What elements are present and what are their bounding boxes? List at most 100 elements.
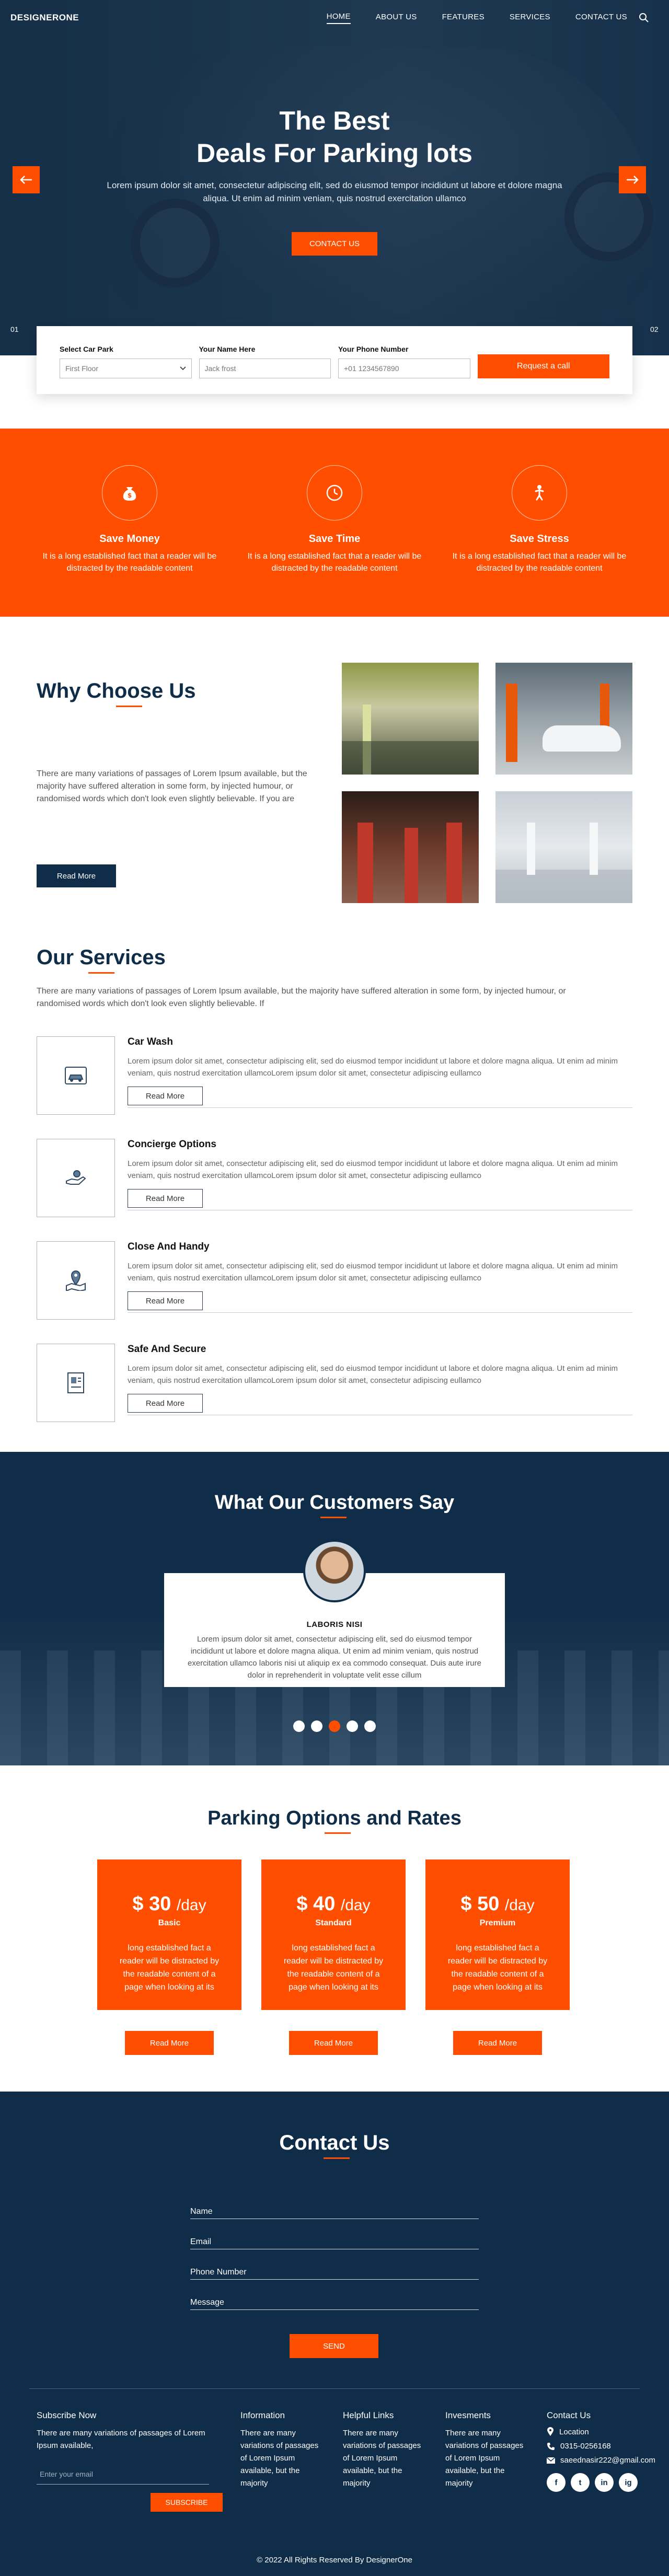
- why-choose-us-section: Why Choose Us There are many variations …: [37, 663, 632, 914]
- footer-information-text: There are many variations of passages of…: [240, 2429, 319, 2488]
- plan-card: $ 50 /day Premium long established fact …: [425, 1859, 570, 2010]
- contact-form: Name Email Phone Number Message: [190, 2189, 479, 2310]
- subscribe-button[interactable]: SUBSCRIBE: [151, 2493, 223, 2512]
- services-section: Our Services There are many variations o…: [37, 946, 632, 1446]
- phone-input[interactable]: +01 1234567890: [338, 359, 470, 378]
- money-bag-icon: $: [123, 487, 136, 501]
- plan-tier: Basic: [158, 1919, 181, 1927]
- carousel-dot-3[interactable]: [329, 1720, 340, 1732]
- service-read-more-button[interactable]: Read More: [128, 1291, 203, 1310]
- carousel-dot-4[interactable]: [347, 1720, 358, 1732]
- footer-location[interactable]: Location: [547, 2427, 668, 2436]
- feature-text: It is a long established fact that a rea…: [452, 552, 627, 573]
- service-read-more-button[interactable]: Read More: [128, 1394, 203, 1413]
- subscribe-email-input[interactable]: Enter your email: [37, 2464, 209, 2485]
- name-input[interactable]: Jack frost: [199, 359, 331, 378]
- plan-read-more-button[interactable]: Read More: [125, 2031, 214, 2055]
- plan-price-amount: $ 30: [132, 1893, 171, 1915]
- instagram-icon[interactable]: ig: [619, 2473, 638, 2492]
- nav-item-features[interactable]: FEATURES: [442, 13, 485, 24]
- footer-investments-title: Invesments: [445, 2410, 491, 2420]
- services-title-text: Our Services: [37, 946, 166, 969]
- feature-title: Save Money: [99, 533, 160, 545]
- services-title: Our Services: [37, 946, 166, 974]
- contact-phone-field[interactable]: Phone Number: [190, 2249, 479, 2280]
- nav-item-services[interactable]: SERVICES: [510, 13, 550, 24]
- why-text: There are many variations of passages of…: [37, 769, 307, 803]
- why-title: Why Choose Us: [37, 679, 196, 707]
- testimonial-title-text: What Our Customers Say: [214, 1492, 455, 1514]
- contact-name-field[interactable]: Name: [190, 2189, 479, 2219]
- services-intro: There are many variations of passages of…: [37, 987, 566, 1008]
- hero-title-line2: Deals For Parking lots: [197, 138, 472, 168]
- footer-information-title: Information: [240, 2410, 285, 2420]
- nav-item-about[interactable]: ABOUT US: [376, 13, 417, 24]
- car-park-field: Select Car Park First Floor: [60, 345, 192, 378]
- top-navigation: DESIGNERONE HOME ABOUT US FEATURES SERVI…: [0, 0, 669, 36]
- features-section: $ Save Money It is a long established fa…: [0, 429, 669, 617]
- footer-phone[interactable]: 0315-0256168: [547, 2442, 668, 2451]
- mail-icon: [547, 2457, 555, 2464]
- send-button[interactable]: SEND: [290, 2334, 378, 2358]
- why-read-more-button[interactable]: Read More: [37, 864, 116, 887]
- nav-item-contact[interactable]: CONTACT US: [575, 13, 627, 24]
- gallery-photo-red-pillars: [342, 791, 479, 903]
- twitter-icon[interactable]: t: [571, 2473, 590, 2492]
- arrow-right-icon: [627, 176, 639, 184]
- search-icon[interactable]: [639, 13, 649, 23]
- contact-title-text: Contact Us: [279, 2131, 390, 2154]
- plan-read-more-button[interactable]: Read More: [453, 2031, 542, 2055]
- service-body: Concierge Options Lorem ipsum dolor sit …: [128, 1139, 632, 1208]
- contact-email-field[interactable]: Email: [190, 2219, 479, 2249]
- plan-standard: $ 40 /day Standard long established fact…: [261, 1859, 406, 2055]
- contact-message-field[interactable]: Message: [190, 2280, 479, 2310]
- plan-description: long established fact a reader will be d…: [283, 1944, 384, 1992]
- linkedin-icon[interactable]: in: [595, 2473, 614, 2492]
- service-text: Lorem ipsum dolor sit amet, consectetur …: [128, 1262, 618, 1283]
- pricing-heading: Parking Options and Rates: [0, 1807, 669, 1834]
- footer-helpful-links: Helpful Links There are many variations …: [343, 2410, 421, 2490]
- testimonial-title: What Our Customers Say: [214, 1492, 455, 1518]
- service-concierge: Concierge Options Lorem ipsum dolor sit …: [37, 1139, 632, 1241]
- plan-tier: Standard: [315, 1919, 352, 1927]
- parking-gallery: [342, 663, 632, 903]
- facebook-icon[interactable]: f: [547, 2473, 566, 2492]
- request-call-button[interactable]: Request a call: [477, 354, 609, 378]
- carousel-dot-2[interactable]: [311, 1720, 322, 1732]
- booking-form: Select Car Park First Floor Your Name He…: [37, 326, 632, 394]
- gallery-photo-garage-ramp: [342, 663, 479, 775]
- footer-email[interactable]: saeednasir222@gmail.com: [547, 2456, 668, 2465]
- car-park-label: Select Car Park: [60, 345, 113, 353]
- hero-contact-button[interactable]: CONTACT US: [291, 232, 378, 256]
- car-wash-icon: [65, 1067, 87, 1084]
- nav-item-home[interactable]: HOME: [326, 12, 351, 24]
- service-divider: [128, 1312, 632, 1313]
- footer-investments-text: There are many variations of passages of…: [445, 2429, 524, 2488]
- footer-subscribe-title: Subscribe Now: [37, 2410, 97, 2420]
- title-underline: [324, 1832, 351, 1834]
- phone-label: Your Phone Number: [338, 345, 409, 353]
- feature-save-money: $ Save Money It is a long established fa…: [38, 465, 222, 617]
- service-list: Car Wash Lorem ipsum dolor sit amet, con…: [37, 1036, 632, 1446]
- footer-phone-text: 0315-0256168: [560, 2442, 611, 2451]
- service-read-more-button[interactable]: Read More: [128, 1189, 203, 1208]
- car-park-select[interactable]: First Floor: [60, 359, 192, 378]
- slide-counter-current: 01: [10, 325, 19, 333]
- carousel-dot-5[interactable]: [364, 1720, 376, 1732]
- brand-logo[interactable]: DESIGNERONE: [10, 13, 79, 23]
- service-read-more-button[interactable]: Read More: [128, 1087, 203, 1105]
- slider-next-button[interactable]: [619, 166, 646, 193]
- carousel-dot-1[interactable]: [293, 1720, 305, 1732]
- plan-premium: $ 50 /day Premium long established fact …: [425, 1859, 570, 2055]
- service-text: Lorem ipsum dolor sit amet, consectetur …: [128, 1364, 618, 1385]
- plan-price-unit: /day: [340, 1897, 371, 1914]
- service-text: Lorem ipsum dolor sit amet, consectetur …: [128, 1057, 618, 1078]
- slider-prev-button[interactable]: [13, 166, 40, 193]
- plan-read-more-button[interactable]: Read More: [289, 2031, 378, 2055]
- why-title-text: Why Choose Us: [37, 679, 196, 702]
- service-body: Car Wash Lorem ipsum dolor sit amet, con…: [128, 1036, 632, 1105]
- plan-price-amount: $ 50: [460, 1893, 500, 1915]
- plan-description: long established fact a reader will be d…: [119, 1944, 220, 1992]
- plan-tier: Premium: [479, 1919, 516, 1927]
- title-underline: [323, 2157, 350, 2159]
